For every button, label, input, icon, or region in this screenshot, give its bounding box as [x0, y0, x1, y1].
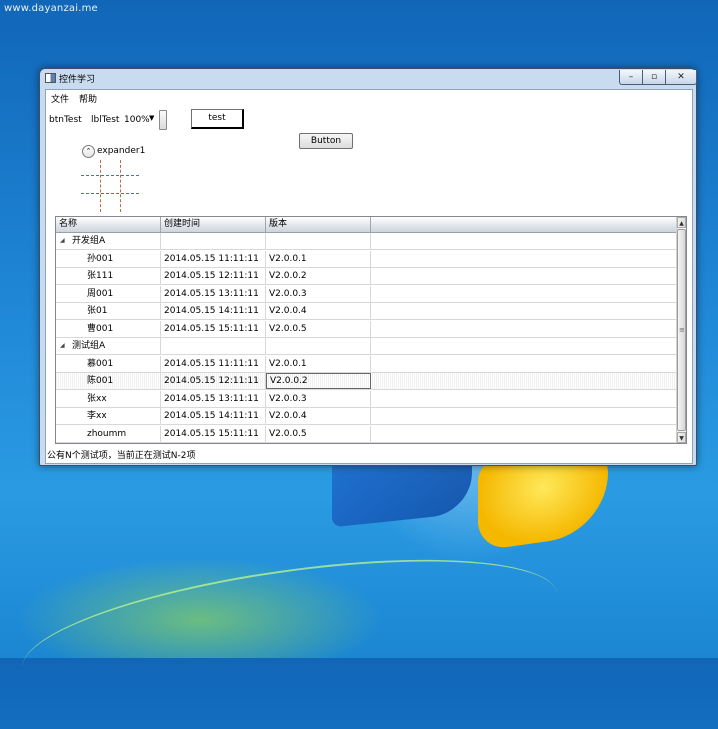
cell-empty	[371, 303, 676, 319]
scroll-down-icon[interactable]: ▼	[677, 432, 686, 443]
cell-version[interactable]: V2.0.0.3	[266, 285, 371, 302]
cell-version[interactable]: V2.0.0.2	[266, 268, 371, 284]
test-button[interactable]: test	[191, 109, 244, 129]
cell-time[interactable]: 2014.05.15 14:11:11	[161, 303, 266, 319]
grid-guide-line	[120, 160, 121, 212]
cell-empty	[371, 356, 676, 372]
cell-version[interactable]: V2.0.0.4	[266, 303, 371, 319]
group-header-row[interactable]: ◢ 测试组A	[56, 338, 676, 355]
cell-time[interactable]: 2014.05.15 13:11:11	[161, 285, 266, 302]
cell-name[interactable]: zhoumm	[56, 425, 161, 442]
desktop-decoration	[14, 533, 566, 729]
cell-empty	[371, 268, 676, 284]
data-grid[interactable]: 名称 创建时间 版本 ◢ 开发组A 孙001 2014.05.15 11:11:11 V…	[55, 216, 687, 444]
cell-name[interactable]: 张01	[56, 303, 161, 319]
column-header-name[interactable]: 名称	[56, 217, 161, 232]
expander-collapse-icon[interactable]: ⌃	[82, 145, 95, 158]
cell-empty	[371, 373, 676, 389]
menu-file[interactable]: 文件	[46, 90, 74, 105]
lbl-test-label: lblTest	[91, 115, 120, 125]
cell-name[interactable]: 张111	[56, 268, 161, 284]
group-cell-divider	[161, 338, 266, 354]
cell-empty	[371, 391, 676, 407]
client-area: 文件 帮助 btnTest lblTest 100% ▼ test Button…	[45, 89, 693, 464]
cell-empty	[371, 321, 676, 337]
minimize-button[interactable]: –	[619, 70, 643, 85]
table-row[interactable]: 孙001 2014.05.15 11:11:11 V2.0.0.1	[56, 250, 676, 268]
cell-name[interactable]: 张xx	[56, 390, 161, 407]
cell-time[interactable]: 2014.05.15 15:11:11	[161, 425, 266, 442]
cell-name[interactable]: 曹001	[56, 320, 161, 337]
vertical-scrollbar[interactable]: ▲ ≡ ▼	[676, 217, 686, 443]
table-row-selected[interactable]: 陈001 2014.05.15 12:11:11 V2.0.0.2	[56, 373, 676, 390]
group-cell-divider	[161, 233, 266, 249]
cell-name[interactable]: 李xx	[56, 408, 161, 424]
cell-time[interactable]: 2014.05.15 14:11:11	[161, 408, 266, 424]
cell-time[interactable]: 2014.05.15 11:11:11	[161, 250, 266, 267]
status-bar-text: 公有N个测试项，当前正在测试N-2项	[47, 451, 196, 461]
app-window: 控件学习 – ▫ ✕ 文件 帮助 btnTest lblTest 100% ▼ …	[39, 68, 697, 466]
app-icon	[45, 73, 56, 83]
cell-name[interactable]: 慕001	[56, 355, 161, 372]
close-button[interactable]: ✕	[665, 70, 697, 85]
cell-version[interactable]: V2.0.0.4	[266, 408, 371, 424]
btn-test-label[interactable]: btnTest	[49, 115, 82, 125]
cell-version[interactable]: V2.0.0.1	[266, 355, 371, 372]
table-row[interactable]: 张111 2014.05.15 12:11:11 V2.0.0.2	[56, 268, 676, 285]
slider-thumb[interactable]	[159, 110, 167, 130]
group-header-row[interactable]: ◢ 开发组A	[56, 233, 676, 250]
title-bar[interactable]: 控件学习 – ▫ ✕	[40, 69, 697, 87]
table-row[interactable]: 李xx 2014.05.15 14:11:11 V2.0.0.4	[56, 408, 676, 425]
cell-empty	[371, 426, 676, 442]
grid-guide-line	[100, 160, 101, 212]
button[interactable]: Button	[299, 133, 353, 149]
chevron-down-icon[interactable]: ▼	[149, 114, 154, 122]
window-title: 控件学习	[59, 75, 96, 85]
table-row[interactable]: 张01 2014.05.15 14:11:11 V2.0.0.4	[56, 303, 676, 320]
grid-header: 名称 创建时间 版本	[56, 217, 676, 233]
cell-version[interactable]: V2.0.0.3	[266, 390, 371, 407]
table-row[interactable]: 张xx 2014.05.15 13:11:11 V2.0.0.3	[56, 390, 676, 408]
table-row[interactable]: 周001 2014.05.15 13:11:11 V2.0.0.3	[56, 285, 676, 303]
zoom-combo[interactable]: 100%	[124, 115, 150, 125]
cell-version[interactable]: V2.0.0.5	[266, 425, 371, 442]
group-cell-divider	[56, 338, 161, 354]
table-row[interactable]: 曹001 2014.05.15 15:11:11 V2.0.0.5	[56, 320, 676, 338]
cell-version[interactable]: V2.0.0.1	[266, 250, 371, 267]
grid-guide-line	[81, 175, 139, 176]
scroll-up-icon[interactable]: ▲	[677, 217, 686, 228]
expander-header[interactable]: expander1	[97, 146, 145, 156]
table-row[interactable]: 慕001 2014.05.15 11:11:11 V2.0.0.1	[56, 355, 676, 373]
cell-name[interactable]: 孙001	[56, 250, 161, 267]
cell-time[interactable]: 2014.05.15 12:11:11	[161, 373, 266, 389]
grip-icon: ≡	[679, 326, 685, 334]
menu-bar: 文件 帮助	[46, 90, 692, 105]
group-cell-divider	[266, 233, 371, 249]
cell-time[interactable]: 2014.05.15 13:11:11	[161, 390, 266, 407]
cell-name[interactable]: 陈001	[56, 373, 161, 389]
cell-empty	[371, 286, 676, 302]
cell-time[interactable]: 2014.05.15 12:11:11	[161, 268, 266, 284]
column-header-time[interactable]: 创建时间	[161, 217, 266, 232]
scroll-thumb[interactable]: ≡	[677, 229, 686, 431]
group-cell-divider	[56, 233, 161, 249]
cell-time[interactable]: 2014.05.15 15:11:11	[161, 320, 266, 337]
maximize-button[interactable]: ▫	[642, 70, 666, 85]
group-cell-divider	[266, 338, 371, 354]
grid-guide-line	[81, 193, 139, 194]
column-header-version[interactable]: 版本	[266, 217, 371, 232]
cell-name[interactable]: 周001	[56, 285, 161, 302]
cell-version[interactable]: V2.0.0.2	[266, 373, 371, 389]
menu-help[interactable]: 帮助	[74, 90, 102, 105]
cell-time[interactable]: 2014.05.15 11:11:11	[161, 355, 266, 372]
cell-version[interactable]: V2.0.0.5	[266, 320, 371, 337]
watermark-text: www.dayanzai.me	[4, 3, 98, 14]
table-row[interactable]: zhoumm 2014.05.15 15:11:11 V2.0.0.5	[56, 425, 676, 443]
cell-empty	[371, 251, 676, 267]
cell-empty	[371, 408, 676, 424]
